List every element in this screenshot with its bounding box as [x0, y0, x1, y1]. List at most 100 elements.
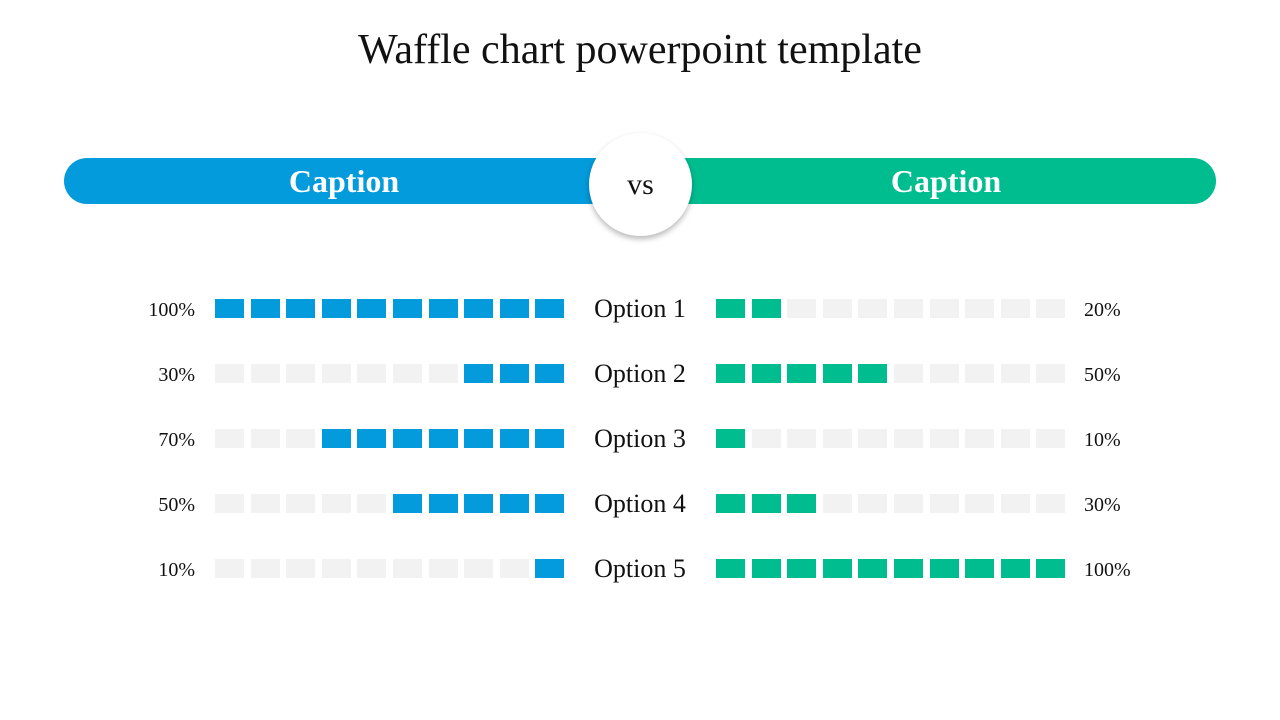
empty-cell — [929, 364, 959, 383]
right-filled-cell — [787, 559, 817, 578]
right-filled-cell — [822, 559, 852, 578]
empty-cell — [357, 364, 387, 383]
empty-cell — [894, 494, 923, 513]
empty-cell — [428, 364, 458, 383]
empty-cell — [464, 559, 494, 578]
vs-circle: vs — [589, 133, 692, 236]
right-value-label: 30% — [1084, 494, 1121, 516]
right-filled-cell — [858, 559, 888, 578]
empty-cell — [858, 429, 888, 448]
left-filled-cell — [215, 299, 244, 318]
left-filled-cell — [393, 429, 422, 448]
empty-cell — [894, 364, 923, 383]
left-filled-cell — [535, 364, 565, 383]
empty-cell — [321, 364, 351, 383]
empty-cell — [286, 559, 316, 578]
empty-cell — [393, 559, 422, 578]
left-filled-cell — [357, 429, 387, 448]
waffle-row: 50% Option 4 30% — [0, 483, 1280, 523]
left-value-label: 50% — [158, 494, 195, 516]
option-label: Option 1 — [594, 294, 686, 323]
empty-cell — [215, 494, 244, 513]
empty-cell — [858, 299, 888, 318]
empty-cell — [215, 364, 244, 383]
left-filled-cell — [428, 429, 458, 448]
empty-cell — [286, 364, 316, 383]
empty-cell — [822, 429, 852, 448]
waffle-row: 70% Option 3 10% — [0, 418, 1280, 458]
left-filled-cell — [250, 299, 280, 318]
left-filled-cell — [286, 299, 316, 318]
right-filled-cell — [965, 559, 995, 578]
empty-cell — [929, 299, 959, 318]
empty-cell — [822, 494, 852, 513]
right-filled-cell — [716, 299, 745, 318]
empty-cell — [499, 559, 529, 578]
right-filled-cell — [858, 364, 888, 383]
empty-cell — [250, 494, 280, 513]
empty-cell — [787, 299, 817, 318]
left-filled-cell — [428, 494, 458, 513]
empty-cell — [1036, 364, 1066, 383]
empty-cell — [929, 429, 959, 448]
left-filled-cell — [535, 299, 565, 318]
left-filled-cell — [499, 429, 529, 448]
left-value-label: 100% — [148, 299, 195, 321]
empty-cell — [894, 299, 923, 318]
option-label: Option 5 — [594, 554, 686, 583]
left-filled-cell — [393, 494, 422, 513]
empty-cell — [357, 494, 387, 513]
waffle-row: 10% Option 5 100% — [0, 548, 1280, 588]
empty-cell — [250, 364, 280, 383]
option-label: Option 4 — [594, 489, 686, 518]
left-value-label: 70% — [158, 429, 195, 451]
right-value-label: 100% — [1084, 559, 1131, 581]
left-value-label: 30% — [158, 364, 195, 386]
right-caption-banner: Caption — [656, 158, 1216, 204]
empty-cell — [965, 494, 995, 513]
left-filled-cell — [499, 494, 529, 513]
right-value-label: 10% — [1084, 429, 1121, 451]
right-filled-cell — [751, 494, 781, 513]
left-filled-cell — [357, 299, 387, 318]
empty-cell — [1036, 494, 1066, 513]
left-filled-cell — [464, 364, 494, 383]
empty-cell — [393, 364, 422, 383]
empty-cell — [357, 559, 387, 578]
right-filled-cell — [1000, 559, 1030, 578]
right-filled-cell — [929, 559, 959, 578]
empty-cell — [321, 559, 351, 578]
left-value-label: 10% — [158, 559, 195, 581]
slide-title: Waffle chart powerpoint template — [358, 27, 922, 73]
empty-cell — [215, 429, 244, 448]
empty-cell — [250, 429, 280, 448]
right-filled-cell — [894, 559, 923, 578]
left-caption-banner: Caption — [64, 158, 624, 204]
empty-cell — [1036, 299, 1066, 318]
right-filled-cell — [751, 299, 781, 318]
empty-cell — [965, 429, 995, 448]
empty-cell — [286, 494, 316, 513]
left-filled-cell — [428, 299, 458, 318]
waffle-row: 30% Option 2 50% — [0, 353, 1280, 393]
right-filled-cell — [751, 559, 781, 578]
left-filled-cell — [499, 364, 529, 383]
empty-cell — [250, 559, 280, 578]
empty-cell — [894, 429, 923, 448]
right-filled-cell — [822, 364, 852, 383]
empty-cell — [965, 364, 995, 383]
empty-cell — [858, 494, 888, 513]
left-filled-cell — [393, 299, 422, 318]
left-caption: Caption — [288, 163, 400, 199]
right-value-label: 50% — [1084, 364, 1121, 386]
right-filled-cell — [1036, 559, 1066, 578]
right-filled-cell — [716, 559, 745, 578]
option-label: Option 2 — [594, 359, 686, 388]
right-caption: Caption — [890, 163, 1002, 199]
empty-cell — [1000, 364, 1030, 383]
right-value-label: 20% — [1084, 299, 1121, 321]
empty-cell — [822, 299, 852, 318]
empty-cell — [929, 494, 959, 513]
empty-cell — [1036, 429, 1066, 448]
empty-cell — [787, 429, 817, 448]
